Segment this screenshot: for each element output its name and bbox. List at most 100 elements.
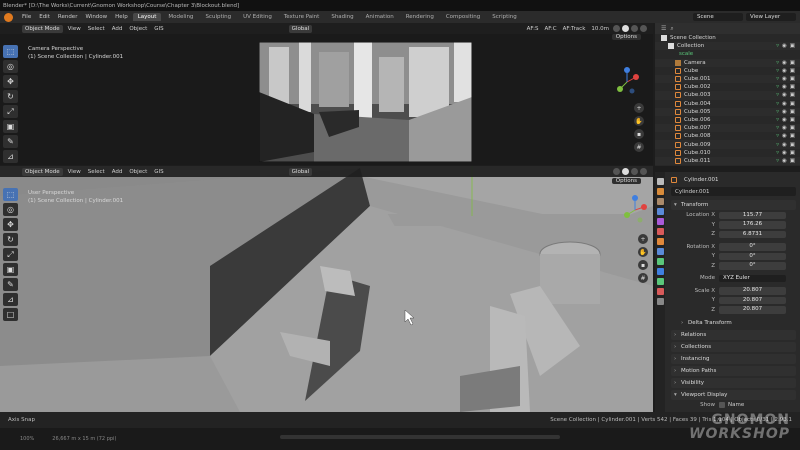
camera-render-icon[interactable]: ▣ [790,84,795,90]
scene-tab-icon[interactable] [656,218,664,225]
user-move-tool-icon[interactable]: ✥ [3,218,18,231]
transform-tool-icon[interactable]: ▣ [3,120,18,133]
horizontal-scrollbar[interactable] [280,435,560,439]
user-pan-icon[interactable]: ✋ [638,247,648,257]
select-box-tool-icon[interactable]: ⬚ [3,45,18,58]
user-shading-render-icon[interactable] [640,168,647,175]
workspace-tab-sculpting[interactable]: Sculpting [200,13,236,21]
eye-icon[interactable]: ◉ [782,158,787,164]
workspace-tab-uv-editing[interactable]: UV Editing [238,13,277,21]
visibility-panel-header[interactable]: › Visibility [671,378,796,388]
scene-name-field[interactable]: Scene [693,13,743,21]
camera-render-icon[interactable]: ▣ [790,133,795,139]
user-shading-solid-icon[interactable] [622,168,629,175]
data-tab-icon[interactable] [656,278,664,285]
user-measure-tool-icon[interactable]: ⊿ [3,293,18,306]
workspace-tab-layout[interactable]: Layout [132,13,162,21]
outliner-row[interactable]: Cube.008 ▿ ◉ ▣ [655,132,800,140]
menu-edit[interactable]: Edit [36,13,53,21]
outliner-row[interactable]: Cube.005 ▿ ◉ ▣ [655,107,800,116]
outliner-row[interactable]: Cube.010 ▿ ◉ ▣ [655,149,800,157]
outliner-search-icon[interactable]: ⌕ [670,25,673,33]
outliner-row[interactable]: Cube.004 ▿ ◉ ▣ [655,100,800,108]
camera-nav-gizmo[interactable] [612,65,642,99]
menu-window[interactable]: Window [82,13,110,21]
outliner-row[interactable]: Cube.011 ▿ ◉ ▣ [655,156,800,165]
camera-render-icon[interactable]: ▣ [790,109,795,115]
camera-render-icon[interactable]: ▣ [790,142,795,148]
camera-render-icon[interactable]: ▣ [790,43,795,49]
outliner-row[interactable]: scale [655,50,800,58]
constraints-tab-icon[interactable] [656,268,664,275]
view-layer-field[interactable]: View Layer [746,13,796,21]
focal-distance-field[interactable]: 10.0m [589,26,611,32]
transform-panel-header[interactable]: ▾ Transform [671,200,796,210]
camera-render-icon[interactable]: ▣ [790,60,795,66]
pan-icon[interactable]: ✋ [634,116,644,126]
location-z-field[interactable]: 6.8731 [719,230,786,238]
user-rotate-tool-icon[interactable]: ↻ [3,233,18,246]
ortho-grid-icon[interactable]: # [634,142,644,152]
physics-tab-icon[interactable] [656,258,664,265]
camera-menu-object[interactable]: Object [127,26,149,32]
outliner-row[interactable]: Cube ▿ ◉ ▣ [655,67,800,75]
user-menu-add[interactable]: Add [110,169,125,175]
user-mode-dropdown[interactable]: Object Mode [22,167,63,176]
user-shading-material-icon[interactable] [631,168,638,175]
user-camera-icon[interactable]: ▪ [638,260,648,270]
camera-render-icon[interactable]: ▣ [790,101,795,107]
workspace-tab-rendering[interactable]: Rendering [401,13,439,21]
filter-funnel-icon[interactable]: ▿ [776,117,779,123]
outliner-row[interactable]: Cube.006 ▿ ◉ ▣ [655,116,800,124]
rotation-x-field[interactable]: 0° [719,243,786,251]
instancing-panel-header[interactable]: › Instancing [671,354,796,364]
workspace-tab-texture-paint[interactable]: Texture Paint [279,13,325,21]
object-tab-icon[interactable] [656,238,664,245]
af-track-button[interactable]: AF:Track [561,26,588,32]
outliner-row[interactable]: Cube.001 ▿ ◉ ▣ [655,74,800,84]
scale-y-field[interactable]: 20.807 [719,296,786,304]
rotation-y-field[interactable]: 0° [719,252,786,260]
user-cursor-tool-icon[interactable]: ◎ [3,203,18,216]
user-viewport[interactable]: Object Mode View Select Add Object GIS G… [0,166,653,412]
outliner-display-icon[interactable]: ☰ [661,25,666,32]
scale-z-field[interactable]: 20.807 [719,306,786,314]
eye-icon[interactable]: ◉ [782,142,787,148]
annotate-tool-icon[interactable]: ✎ [3,135,18,148]
eye-icon[interactable]: ◉ [782,133,787,139]
workspace-tab-compositing[interactable]: Compositing [441,13,485,21]
rotation-mode-dropdown[interactable]: XYZ Euler [719,274,786,282]
rotation-z-field[interactable]: 0° [719,262,786,270]
eye-icon[interactable]: ◉ [782,92,787,98]
eye-icon[interactable]: ◉ [782,125,787,131]
filter-funnel-icon[interactable]: ▿ [776,158,779,164]
user-menu-gis[interactable]: GIS [152,169,165,175]
camera-icon[interactable]: ▪ [634,129,644,139]
af-c-button[interactable]: AF:C [542,26,558,32]
cursor-tool-icon[interactable]: ◎ [3,60,18,73]
material-tab-icon[interactable] [656,288,664,295]
outliner-row[interactable]: Cube.002 ▿ ◉ ▣ [655,83,800,91]
filter-funnel-icon[interactable]: ▿ [776,101,779,107]
shading-material-icon[interactable] [631,25,638,32]
shading-render-icon[interactable] [640,25,647,32]
shading-solid-icon[interactable] [622,25,629,32]
blender-logo-icon[interactable] [4,12,13,22]
outliner-row[interactable]: Cube.003 ▿ ◉ ▣ [655,91,800,100]
viewport-display-panel-header[interactable]: ▾ Viewport Display [671,390,796,400]
relations-panel-header[interactable]: › Relations [671,330,796,340]
menu-render[interactable]: Render [55,13,81,21]
camera-mode-dropdown[interactable]: Object Mode [22,24,63,33]
filter-funnel-icon[interactable]: ▿ [776,68,779,74]
user-nav-gizmo[interactable] [620,193,650,227]
user-select-box-tool-icon[interactable]: ⬚ [3,188,18,201]
user-menu-select[interactable]: Select [86,169,107,175]
scale-tool-icon[interactable]: ⤢ [3,105,18,118]
object-name-field[interactable]: Cylinder.001 [671,187,796,196]
user-ortho-grid-icon[interactable]: # [638,273,648,283]
user-transform-tool-icon[interactable]: ▣ [3,263,18,276]
world-tab-icon[interactable] [656,228,664,235]
user-orientation-dropdown[interactable]: Global [288,167,313,176]
workspace-tab-shading[interactable]: Shading [326,13,358,21]
camera-render-icon[interactable]: ▣ [790,150,795,156]
